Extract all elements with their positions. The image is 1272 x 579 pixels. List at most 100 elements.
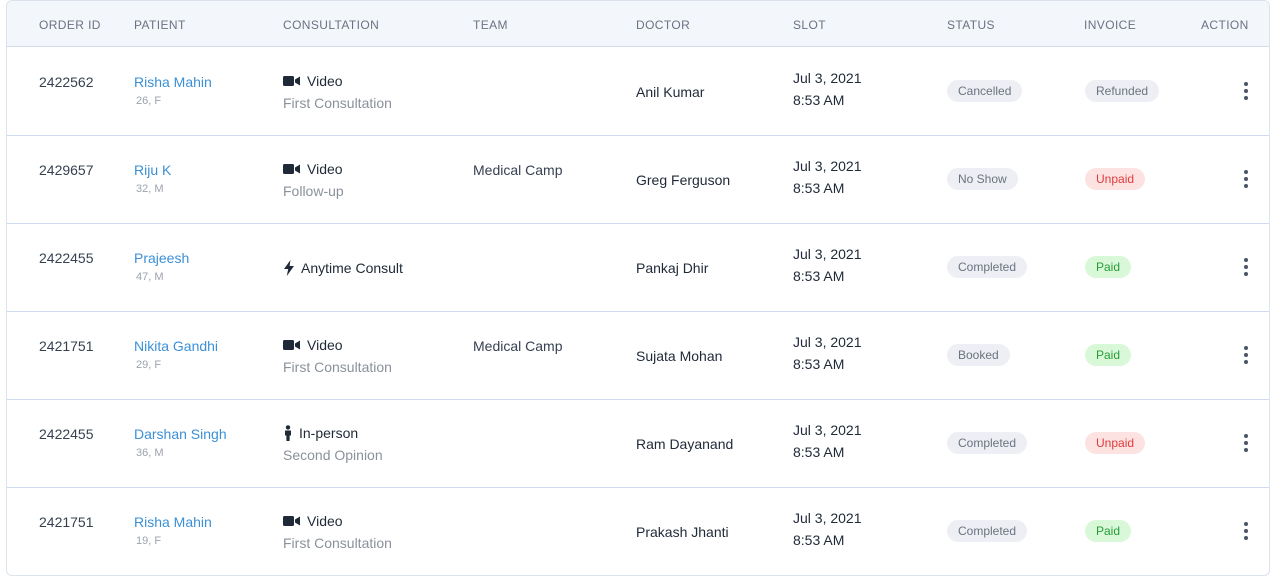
invoice-cell: Paid bbox=[1085, 344, 1132, 366]
patient-age-sex: 19, F bbox=[136, 535, 162, 547]
invoice-badge: Paid bbox=[1085, 520, 1132, 542]
column-header-order-id: ORDER ID bbox=[39, 18, 101, 32]
patient-cell: Prajeesh 47, M bbox=[134, 250, 189, 283]
slot-cell: Jul 3, 2021 8:53 AM bbox=[793, 419, 862, 463]
video-icon bbox=[283, 162, 301, 176]
slot-time: 8:53 AM bbox=[793, 444, 845, 460]
consultation-cell: Video First Consultation bbox=[283, 337, 392, 375]
person-icon bbox=[283, 425, 293, 441]
table-row: 2422455 Darshan Singh 36, M In-person Se… bbox=[7, 400, 1269, 488]
status-badge: Booked bbox=[947, 344, 1010, 366]
status-badge: Completed bbox=[947, 256, 1028, 278]
consultation-cell: Video First Consultation bbox=[283, 73, 392, 111]
consultation-subtype: First Consultation bbox=[283, 359, 392, 375]
order-id: 2422455 bbox=[39, 426, 94, 442]
status-cell: Booked bbox=[947, 344, 1010, 366]
invoice-cell: Unpaid bbox=[1085, 432, 1146, 454]
patient-age-sex: 47, M bbox=[136, 271, 164, 283]
slot-cell: Jul 3, 2021 8:53 AM bbox=[793, 67, 862, 111]
column-header-patient: PATIENT bbox=[134, 18, 186, 32]
consultation-subtype: First Consultation bbox=[283, 95, 392, 111]
invoice-cell: Paid bbox=[1085, 256, 1132, 278]
invoice-cell: Refunded bbox=[1085, 80, 1160, 102]
slot-date: Jul 3, 2021 bbox=[793, 70, 862, 86]
slot-time: 8:53 AM bbox=[793, 268, 845, 284]
patient-cell: Risha Mahin 26, F bbox=[134, 74, 212, 107]
lightning-icon bbox=[283, 260, 295, 276]
video-icon bbox=[283, 514, 301, 528]
column-header-team: TEAM bbox=[473, 18, 508, 32]
patient-age-sex: 32, M bbox=[136, 183, 164, 195]
more-options-icon[interactable] bbox=[1236, 429, 1256, 457]
action-cell bbox=[1236, 77, 1256, 105]
patient-name-link[interactable]: Prajeesh bbox=[134, 250, 189, 266]
doctor-name: Pankaj Dhir bbox=[636, 260, 709, 276]
slot-time: 8:53 AM bbox=[793, 92, 845, 108]
consultation-cell: Anytime Consult bbox=[283, 260, 403, 276]
column-header-invoice: INVOICE bbox=[1084, 18, 1137, 32]
doctor-name: Ram Dayanand bbox=[636, 436, 734, 452]
column-header-action: ACTION bbox=[1201, 18, 1249, 32]
consultation-subtype: First Consultation bbox=[283, 535, 392, 551]
action-cell bbox=[1236, 253, 1256, 281]
patient-age-sex: 26, F bbox=[136, 95, 162, 107]
slot-date: Jul 3, 2021 bbox=[793, 334, 862, 350]
slot-cell: Jul 3, 2021 8:53 AM bbox=[793, 507, 862, 551]
more-options-icon[interactable] bbox=[1236, 517, 1256, 545]
table-row: 2422562 Risha Mahin 26, F Video First Co… bbox=[7, 48, 1269, 136]
slot-time: 8:53 AM bbox=[793, 532, 845, 548]
consultation-cell: In-person Second Opinion bbox=[283, 425, 383, 463]
status-cell: Completed bbox=[947, 432, 1028, 454]
status-cell: No Show bbox=[947, 168, 1018, 190]
column-header-doctor: DOCTOR bbox=[636, 18, 691, 32]
slot-cell: Jul 3, 2021 8:53 AM bbox=[793, 331, 862, 375]
patient-cell: Darshan Singh 36, M bbox=[134, 426, 227, 459]
more-options-icon[interactable] bbox=[1236, 341, 1256, 369]
patient-cell: Risha Mahin 19, F bbox=[134, 514, 212, 547]
consultation-cell: Video Follow-up bbox=[283, 161, 344, 199]
table-row: 2429657 Riju K 32, M Video Follow-up Med… bbox=[7, 136, 1269, 224]
patient-name-link[interactable]: Darshan Singh bbox=[134, 426, 227, 442]
patient-age-sex: 36, M bbox=[136, 447, 164, 459]
consultation-cell: Video First Consultation bbox=[283, 513, 392, 551]
slot-time: 8:53 AM bbox=[793, 180, 845, 196]
action-cell bbox=[1236, 165, 1256, 193]
patient-name-link[interactable]: Risha Mahin bbox=[134, 74, 212, 90]
consultation-type: In-person bbox=[299, 425, 359, 441]
consultation-type: Anytime Consult bbox=[301, 260, 403, 276]
invoice-badge: Unpaid bbox=[1085, 168, 1146, 190]
invoice-cell: Paid bbox=[1085, 520, 1132, 542]
consultation-type: Video bbox=[307, 513, 343, 529]
team-name: Medical Camp bbox=[473, 338, 563, 354]
invoice-cell: Unpaid bbox=[1085, 168, 1146, 190]
team-name: Medical Camp bbox=[473, 162, 563, 178]
patient-name-link[interactable]: Nikita Gandhi bbox=[134, 338, 218, 354]
action-cell bbox=[1236, 517, 1256, 545]
more-options-icon[interactable] bbox=[1236, 253, 1256, 281]
invoice-badge: Paid bbox=[1085, 344, 1132, 366]
slot-date: Jul 3, 2021 bbox=[793, 422, 862, 438]
doctor-name: Sujata Mohan bbox=[636, 348, 723, 364]
consultation-type: Video bbox=[307, 161, 343, 177]
slot-cell: Jul 3, 2021 8:53 AM bbox=[793, 243, 862, 287]
action-cell bbox=[1236, 341, 1256, 369]
patient-name-link[interactable]: Riju K bbox=[134, 162, 171, 178]
patient-name-link[interactable]: Risha Mahin bbox=[134, 514, 212, 530]
action-cell bbox=[1236, 429, 1256, 457]
slot-date: Jul 3, 2021 bbox=[793, 158, 862, 174]
more-options-icon[interactable] bbox=[1236, 77, 1256, 105]
invoice-badge: Unpaid bbox=[1085, 432, 1146, 454]
table-row: 2422455 Prajeesh 47, M Anytime Consult P… bbox=[7, 224, 1269, 312]
consultation-type: Video bbox=[307, 73, 343, 89]
slot-date: Jul 3, 2021 bbox=[793, 510, 862, 526]
table-header: ORDER ID PATIENT CONSULTATION TEAM DOCTO… bbox=[7, 1, 1269, 47]
invoice-badge: Paid bbox=[1085, 256, 1132, 278]
column-header-slot: SLOT bbox=[793, 18, 826, 32]
video-icon bbox=[283, 338, 301, 352]
more-options-icon[interactable] bbox=[1236, 165, 1256, 193]
consultation-subtype: Second Opinion bbox=[283, 447, 383, 463]
appointments-table: ORDER ID PATIENT CONSULTATION TEAM DOCTO… bbox=[6, 0, 1270, 576]
status-cell: Completed bbox=[947, 520, 1028, 542]
table-row: 2421751 Risha Mahin 19, F Video First Co… bbox=[7, 488, 1269, 575]
consultation-type: Video bbox=[307, 337, 343, 353]
